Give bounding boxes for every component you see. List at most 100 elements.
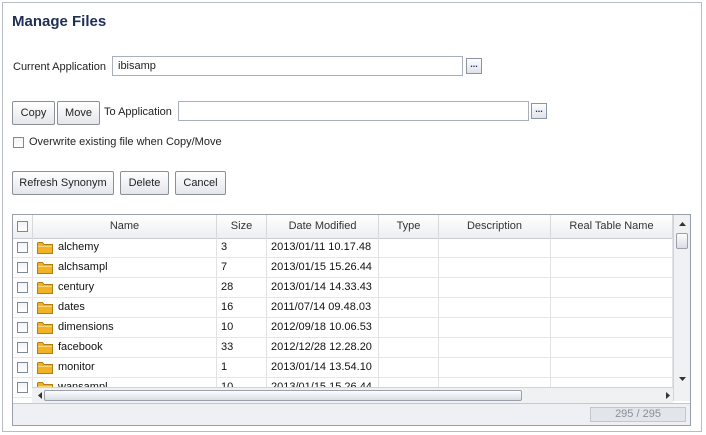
cell-type: [379, 238, 439, 257]
cell-name: facebook: [33, 338, 217, 357]
column-header-size[interactable]: Size: [217, 215, 267, 238]
cell-description: [439, 298, 551, 317]
cell-date-modified: 2013/01/14 13.54.10: [267, 358, 379, 377]
cell-type: [379, 278, 439, 297]
cell-real-table-name: [551, 238, 673, 257]
cell-size: 33: [217, 338, 267, 357]
cell-real-table-name: [551, 318, 673, 337]
horizontal-scroll-thumb[interactable]: [44, 390, 522, 401]
column-header-name[interactable]: Name: [33, 215, 217, 238]
horizontal-scrollbar[interactable]: [32, 387, 673, 403]
table-row[interactable]: monitor 1 2013/01/14 13.54.10: [13, 358, 673, 378]
row-checkbox[interactable]: [17, 362, 28, 373]
to-application-browse-button[interactable]: ...: [531, 103, 547, 119]
file-name[interactable]: dates: [58, 298, 85, 317]
scroll-right-arrow-icon[interactable]: [662, 388, 674, 403]
file-name[interactable]: century: [58, 278, 94, 297]
grid-footer: 295 / 295: [13, 403, 690, 425]
column-header-real-table-name[interactable]: Real Table Name: [551, 215, 673, 238]
cell-date-modified: 2011/07/14 09.48.03: [267, 298, 379, 317]
table-row[interactable]: facebook 33 2012/12/28 12.28.20: [13, 338, 673, 358]
cell-size: 7: [217, 258, 267, 277]
folder-icon: [37, 322, 53, 334]
to-application-label: To Application: [104, 106, 172, 118]
cell-description: [439, 358, 551, 377]
to-application-field[interactable]: [178, 101, 529, 121]
folder-icon: [37, 302, 53, 314]
cell-description: [439, 318, 551, 337]
file-name[interactable]: monitor: [58, 358, 95, 377]
cell-name: alchemy: [33, 238, 217, 257]
cell-select: [13, 238, 33, 257]
table-row[interactable]: dates 16 2011/07/14 09.48.03: [13, 298, 673, 318]
current-application-field[interactable]: ibisamp: [112, 56, 463, 76]
delete-button[interactable]: Delete: [120, 171, 169, 195]
file-name[interactable]: alchsampl: [58, 258, 108, 277]
cell-real-table-name: [551, 278, 673, 297]
record-count: 295 / 295: [590, 407, 686, 422]
folder-icon: [37, 362, 53, 374]
table-row[interactable]: alchsampl 7 2013/01/15 15.26.44: [13, 258, 673, 278]
cell-type: [379, 258, 439, 277]
cell-select: [13, 318, 33, 337]
cell-description: [439, 258, 551, 277]
page-title: Manage Files: [12, 13, 107, 30]
cell-select: [13, 258, 33, 277]
cell-type: [379, 298, 439, 317]
cell-date-modified: 2013/01/15 15.26.44: [267, 258, 379, 277]
move-button[interactable]: Move: [57, 101, 100, 125]
cell-name: monitor: [33, 358, 217, 377]
files-grid: Name Size Date Modified Type Description…: [12, 214, 691, 426]
cell-size: 16: [217, 298, 267, 317]
vertical-scroll-thumb[interactable]: [676, 233, 688, 249]
cell-date-modified: 2013/01/11 10.17.48: [267, 238, 379, 257]
copy-button[interactable]: Copy: [12, 101, 55, 125]
file-name[interactable]: alchemy: [58, 238, 99, 257]
overwrite-checkbox[interactable]: [13, 137, 24, 148]
cell-name: century: [33, 278, 217, 297]
cell-name: dimensions: [33, 318, 217, 337]
cell-description: [439, 238, 551, 257]
refresh-synonym-button[interactable]: Refresh Synonym: [12, 171, 114, 195]
row-checkbox[interactable]: [17, 302, 28, 313]
cell-real-table-name: [551, 298, 673, 317]
cell-size: 1: [217, 358, 267, 377]
row-checkbox[interactable]: [17, 382, 28, 393]
row-checkbox[interactable]: [17, 242, 28, 253]
cell-size: 28: [217, 278, 267, 297]
row-checkbox[interactable]: [17, 282, 28, 293]
grid-header: Name Size Date Modified Type Description…: [13, 215, 673, 239]
cell-description: [439, 338, 551, 357]
folder-icon: [37, 262, 53, 274]
cell-select: [13, 298, 33, 317]
header-select-cell: [13, 215, 33, 238]
cell-description: [439, 278, 551, 297]
table-row[interactable]: alchemy 3 2013/01/11 10.17.48: [13, 238, 673, 258]
column-header-description[interactable]: Description: [439, 215, 551, 238]
column-header-type[interactable]: Type: [379, 215, 439, 238]
scroll-down-arrow-icon[interactable]: [674, 373, 691, 385]
cell-real-table-name: [551, 358, 673, 377]
column-header-date-modified[interactable]: Date Modified: [267, 215, 379, 238]
cell-date-modified: 2012/12/28 12.28.20: [267, 338, 379, 357]
table-row[interactable]: century 28 2013/01/14 14.33.43: [13, 278, 673, 298]
cell-select: [13, 358, 33, 377]
cell-type: [379, 338, 439, 357]
current-application-label: Current Application: [13, 61, 106, 73]
current-application-browse-button[interactable]: ...: [466, 58, 482, 74]
cell-select: [13, 378, 33, 397]
row-checkbox[interactable]: [17, 342, 28, 353]
cell-size: 3: [217, 238, 267, 257]
file-name[interactable]: dimensions: [58, 318, 114, 337]
cancel-button[interactable]: Cancel: [175, 171, 226, 195]
cell-type: [379, 358, 439, 377]
scroll-up-arrow-icon[interactable]: [674, 218, 691, 230]
select-all-checkbox[interactable]: [17, 221, 28, 232]
folder-icon: [37, 342, 53, 354]
file-name[interactable]: facebook: [58, 338, 103, 357]
vertical-scrollbar[interactable]: [673, 215, 691, 401]
table-row[interactable]: dimensions 10 2012/09/18 10.06.53: [13, 318, 673, 338]
row-checkbox[interactable]: [17, 322, 28, 333]
row-checkbox[interactable]: [17, 262, 28, 273]
cell-type: [379, 318, 439, 337]
